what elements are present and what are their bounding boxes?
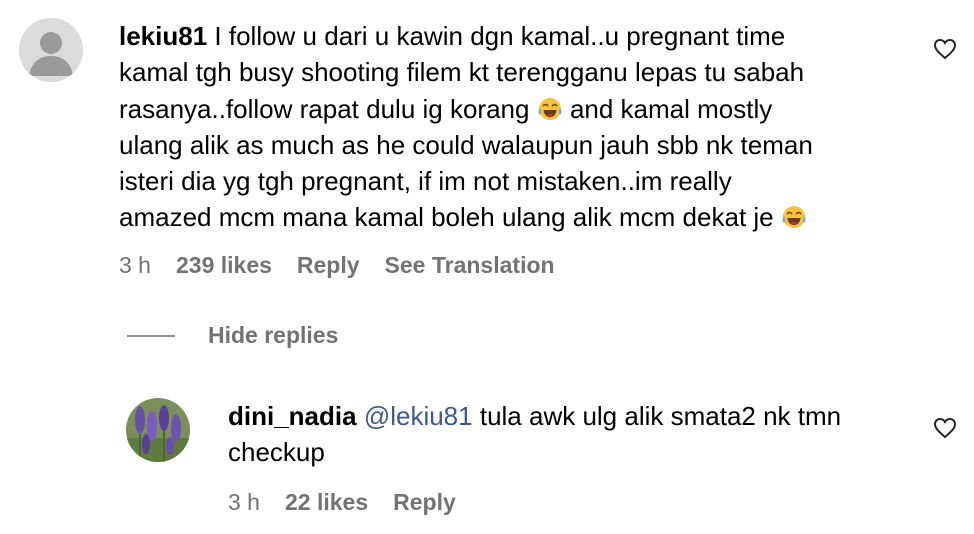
comment-line-2: kamal tgh busy shooting filem kt terengg…	[119, 57, 805, 88]
reply-text: tula awk ulg alik smata2 nk tmn	[479, 401, 842, 431]
default-avatar-icon	[19, 18, 83, 82]
divider	[127, 334, 175, 337]
reply-body: dini_nadia @lekiu81 tula awk ulg alik sm…	[228, 398, 918, 471]
reply-time: 3 h	[228, 489, 260, 515]
reply-button[interactable]: Reply	[297, 252, 360, 279]
reply-like-heart-icon[interactable]	[933, 417, 957, 439]
reply-meta: 3 h 22 likes Reply	[228, 489, 481, 516]
comment-likes[interactable]: 239 likes	[176, 252, 272, 279]
comment-username[interactable]: lekiu81	[119, 21, 207, 51]
comment-line-3: rasanya..follow rapat dulu ig korang and…	[119, 91, 909, 127]
reply-reply-button[interactable]: Reply	[393, 489, 456, 516]
comment-text-segment: amazed mcm mana kamal boleh ulang alik m…	[119, 202, 774, 233]
reply-mention[interactable]: @lekiu81	[364, 401, 473, 431]
face-with-tears-of-joy-icon	[782, 206, 806, 229]
comment-text-segment: and kamal mostly	[569, 93, 773, 124]
reply-line-1: dini_nadia @lekiu81 tula awk ulg alik sm…	[228, 398, 918, 434]
comment-line-4: ulang alik as much as he could walaupun …	[119, 129, 813, 160]
comment-text-line: I follow u dari u kawin dgn kamal..u pre…	[214, 21, 786, 51]
reply-username[interactable]: dini_nadia	[228, 401, 357, 431]
face-with-tears-of-joy-icon	[538, 97, 562, 120]
comment-meta: 3 h 239 likes Reply See Translation	[119, 252, 580, 279]
comment-line-6: amazed mcm mana kamal boleh ulang alik m…	[119, 199, 909, 235]
hide-replies-button[interactable]: Hide replies	[127, 322, 338, 349]
reply-line-2: checkup	[228, 437, 325, 468]
comment-text-segment: rasanya..follow rapat dulu ig korang	[119, 93, 530, 124]
comment-line-1: lekiu81 I follow u dari u kawin dgn kama…	[119, 18, 909, 54]
comment-time: 3 h	[119, 252, 151, 278]
comment-body: lekiu81 I follow u dari u kawin dgn kama…	[119, 18, 909, 236]
see-translation-button[interactable]: See Translation	[385, 252, 555, 279]
reply-avatar[interactable]	[126, 398, 190, 462]
avatar[interactable]	[19, 18, 83, 82]
reply-likes[interactable]: 22 likes	[285, 489, 368, 516]
like-heart-icon[interactable]	[933, 38, 957, 60]
lavender-photo-avatar-icon	[126, 398, 190, 462]
comment-line-5: isteri dia yg tgh pregnant, if im not mi…	[119, 166, 732, 197]
hide-replies-label: Hide replies	[208, 322, 339, 348]
